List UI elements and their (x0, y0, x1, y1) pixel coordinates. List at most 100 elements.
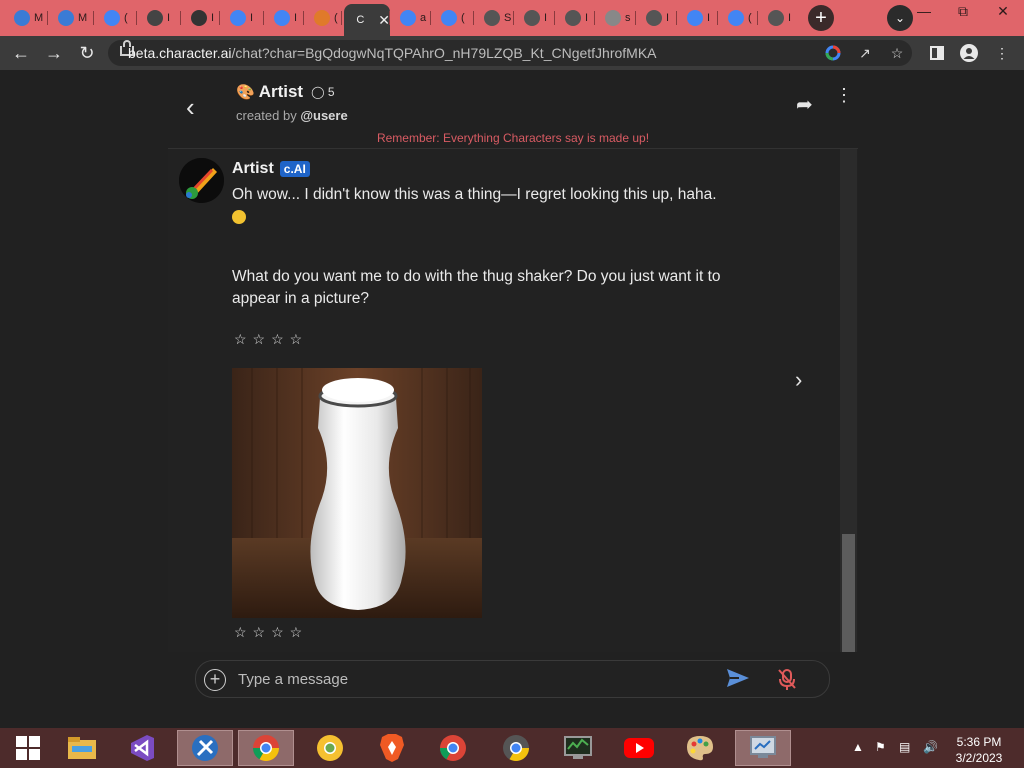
back-icon[interactable]: ← (10, 42, 32, 64)
tab-favicon-icon (314, 10, 330, 26)
browser-tab[interactable]: S (476, 4, 516, 32)
address-bar[interactable]: beta.character.ai/chat?char=BgQdogwNqTQP… (108, 40, 912, 66)
side-panel-icon[interactable] (927, 43, 947, 63)
restore-button[interactable]: ⧉ (943, 0, 983, 22)
new-tab-button[interactable]: + (808, 5, 834, 31)
tab-favicon-icon (400, 10, 416, 26)
tab-favicon-icon (728, 10, 744, 26)
tab-label: M (34, 12, 44, 24)
share-icon[interactable]: ➦ (796, 92, 813, 117)
tab-label: I (211, 12, 215, 24)
tab-favicon-icon (191, 10, 207, 26)
tray-overflow-icon[interactable]: ▲ (852, 740, 864, 754)
tab-label: I (585, 12, 589, 24)
browser-tab[interactable]: M (6, 4, 46, 32)
chrome-beta-icon[interactable] (425, 730, 481, 766)
more-options-icon[interactable]: ⋮ (835, 86, 853, 104)
google-lens-icon[interactable] (824, 44, 842, 62)
browser-tab[interactable]: I (638, 4, 678, 32)
chrome-dev-icon[interactable] (488, 730, 544, 766)
forward-icon[interactable]: → (43, 42, 65, 64)
visual-studio-icon[interactable] (114, 730, 170, 766)
minimize-button[interactable]: — (904, 0, 944, 22)
browser-tab[interactable]: ( (433, 4, 473, 32)
tab-separator (635, 11, 636, 25)
flag-icon[interactable]: ⚑ (875, 740, 886, 754)
tab-favicon-icon (687, 10, 703, 26)
tab-separator (594, 11, 595, 25)
paint-palette-icon[interactable] (672, 730, 728, 766)
share-page-icon[interactable]: ↗ (856, 44, 874, 62)
message-text-1: Oh wow... I didn't know this was a thing… (232, 184, 772, 231)
tab-separator (219, 11, 220, 25)
tab-separator (180, 11, 181, 25)
browser-tab[interactable]: I (139, 4, 179, 32)
browser-tab[interactable]: ( (720, 4, 760, 32)
browser-tab[interactable]: ( (306, 4, 346, 32)
tab-active[interactable]: C ✕ (344, 4, 390, 36)
youtube-icon[interactable] (611, 730, 667, 766)
system-clock[interactable]: 5:36 PM 3/2/2023 (950, 734, 1008, 766)
browser-tab[interactable]: I (760, 4, 800, 32)
microphone-off-icon[interactable] (776, 667, 798, 691)
tab-separator (430, 11, 431, 25)
tab-separator (389, 11, 390, 25)
tab-label: s (625, 12, 631, 24)
tab-favicon-icon (768, 10, 784, 26)
browser-tab[interactable]: I (516, 4, 556, 32)
palette-icon: 🎨 (236, 84, 255, 101)
browser-tab[interactable]: I (222, 4, 262, 32)
tab-label: I (788, 12, 792, 24)
monitor-app-icon[interactable] (735, 730, 791, 766)
tab-favicon-icon (524, 10, 540, 26)
clock-date: 3/2/2023 (955, 751, 1003, 765)
chat-bubble-icon: ◯ (311, 85, 325, 99)
browser-tab[interactable]: I (679, 4, 719, 32)
character-name: Artist (258, 82, 304, 101)
network-icon[interactable]: ▤ (899, 740, 910, 754)
tools-app-icon[interactable] (177, 730, 233, 766)
tab-separator (513, 11, 514, 25)
tab-label: ( (334, 12, 338, 24)
browser-tab[interactable]: M (50, 4, 90, 32)
browser-tab[interactable]: s (597, 4, 637, 32)
rating-stars-bottom[interactable]: ☆☆☆☆ (234, 624, 308, 641)
browser-tab[interactable]: I (266, 4, 306, 32)
tab-strip: M M(I I I I(C ✕ a(S I Is I I(I + ⌄ — ⧉ ✕ (0, 0, 1024, 36)
file-explorer-icon[interactable] (54, 730, 110, 766)
browser-tab[interactable]: I (557, 4, 597, 32)
reload-icon[interactable]: ↻ (76, 42, 98, 64)
chat-back-icon[interactable]: ‹ (186, 92, 195, 123)
browser-tab[interactable]: I (183, 4, 223, 32)
profile-avatar-icon[interactable] (959, 43, 979, 63)
creator-link[interactable]: @usere (300, 108, 347, 123)
chrome-canary-icon[interactable] (302, 730, 358, 766)
message-input[interactable] (236, 666, 710, 692)
close-window-button[interactable]: ✕ (983, 0, 1023, 22)
tab-label: I (544, 12, 548, 24)
message-author: Artist c.AI (232, 160, 310, 178)
start-windows-icon[interactable] (0, 730, 56, 766)
tab-label: I (250, 12, 254, 24)
task-manager-icon[interactable] (550, 730, 606, 766)
scrollbar-thumb[interactable] (842, 534, 855, 652)
add-attachment-icon[interactable]: + (204, 669, 226, 691)
tab-favicon-icon (104, 10, 120, 26)
next-response-icon[interactable]: › (795, 367, 802, 393)
chrome-menu-icon[interactable]: ⋮ (992, 43, 1012, 63)
tab-favicon-icon (605, 10, 621, 26)
volume-icon[interactable]: 🔊 (923, 740, 938, 754)
brave-icon[interactable] (364, 730, 420, 766)
message-author-name: Artist (232, 160, 274, 177)
tab-separator (554, 11, 555, 25)
rating-stars-top[interactable]: ☆☆☆☆ (234, 331, 308, 348)
browser-tab[interactable]: a (392, 4, 432, 32)
send-icon[interactable] (725, 667, 751, 689)
chrome-icon[interactable] (238, 730, 294, 766)
browser-tab[interactable]: ( (96, 4, 136, 32)
bookmark-star-icon[interactable]: ☆ (888, 44, 906, 62)
character-avatar[interactable] (179, 158, 224, 203)
tab-separator (473, 11, 474, 25)
tab-label: I (167, 12, 171, 24)
reminder-banner: Remember: Everything Characters say is m… (376, 131, 650, 145)
